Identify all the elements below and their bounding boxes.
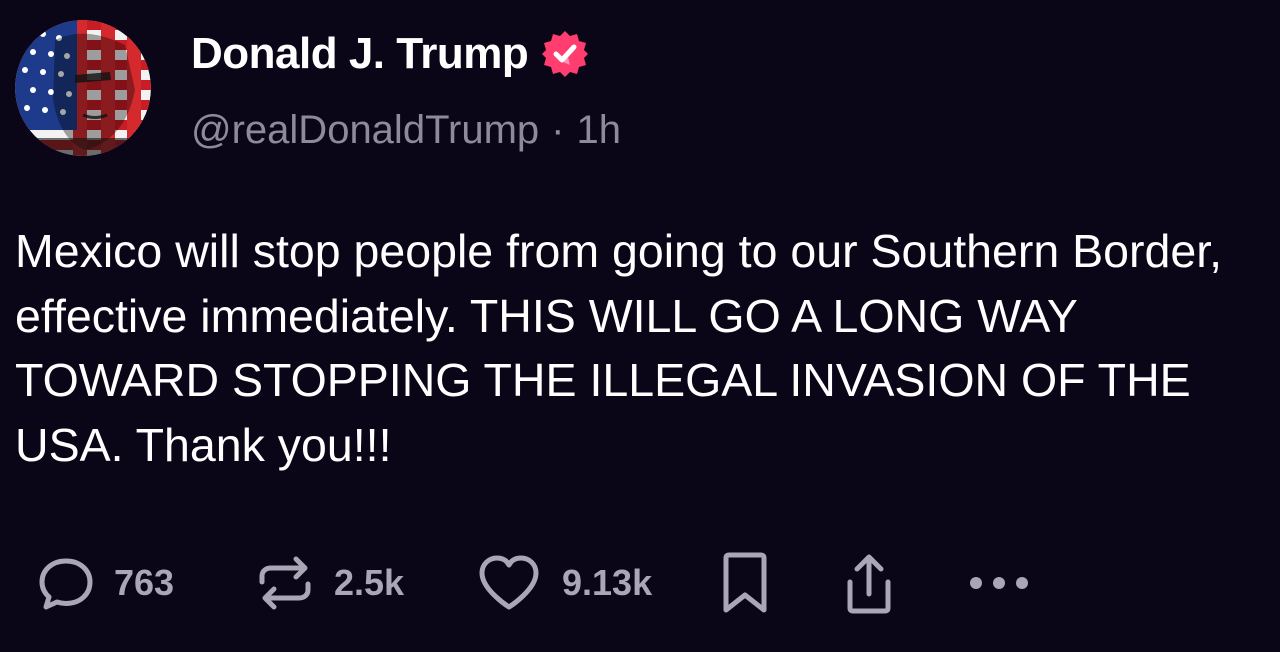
bookmark-icon [718,550,772,616]
verified-badge-icon [540,29,590,79]
post-timestamp[interactable]: 1h [576,108,621,153]
author-display-name[interactable]: Donald J. Trump [191,29,529,79]
share-button[interactable] [838,548,900,618]
like-button[interactable]: 9.13k [476,548,652,618]
repost-icon [254,552,316,614]
avatar-flag-portrait-image [15,20,151,156]
bookmark-button[interactable] [718,548,772,618]
reply-bubble-icon [36,553,96,613]
repost-button[interactable]: 2.5k [254,548,404,618]
avatar[interactable] [15,20,151,156]
author-name-row: Donald J. Trump [191,26,590,82]
author-handle[interactable]: @realDonaldTrump [191,108,539,153]
reply-button[interactable]: 763 [36,548,174,618]
share-icon [838,550,900,616]
post-body-text: Mexico will stop people from going to ou… [15,225,1223,471]
more-options-button[interactable] [966,548,1032,618]
like-count: 9.13k [562,562,653,603]
reply-count: 763 [114,562,175,603]
post-card: Donald J. Trump @realDonaldTrump · 1h Me… [0,0,1280,652]
author-meta: @realDonaldTrump · 1h [191,104,621,156]
meta-separator: · [551,107,565,152]
post-actions-bar: 763 2.5k 9.13k [0,548,1280,618]
repost-count: 2.5k [334,562,405,603]
more-dots-icon [966,573,1032,593]
heart-icon [476,552,542,614]
